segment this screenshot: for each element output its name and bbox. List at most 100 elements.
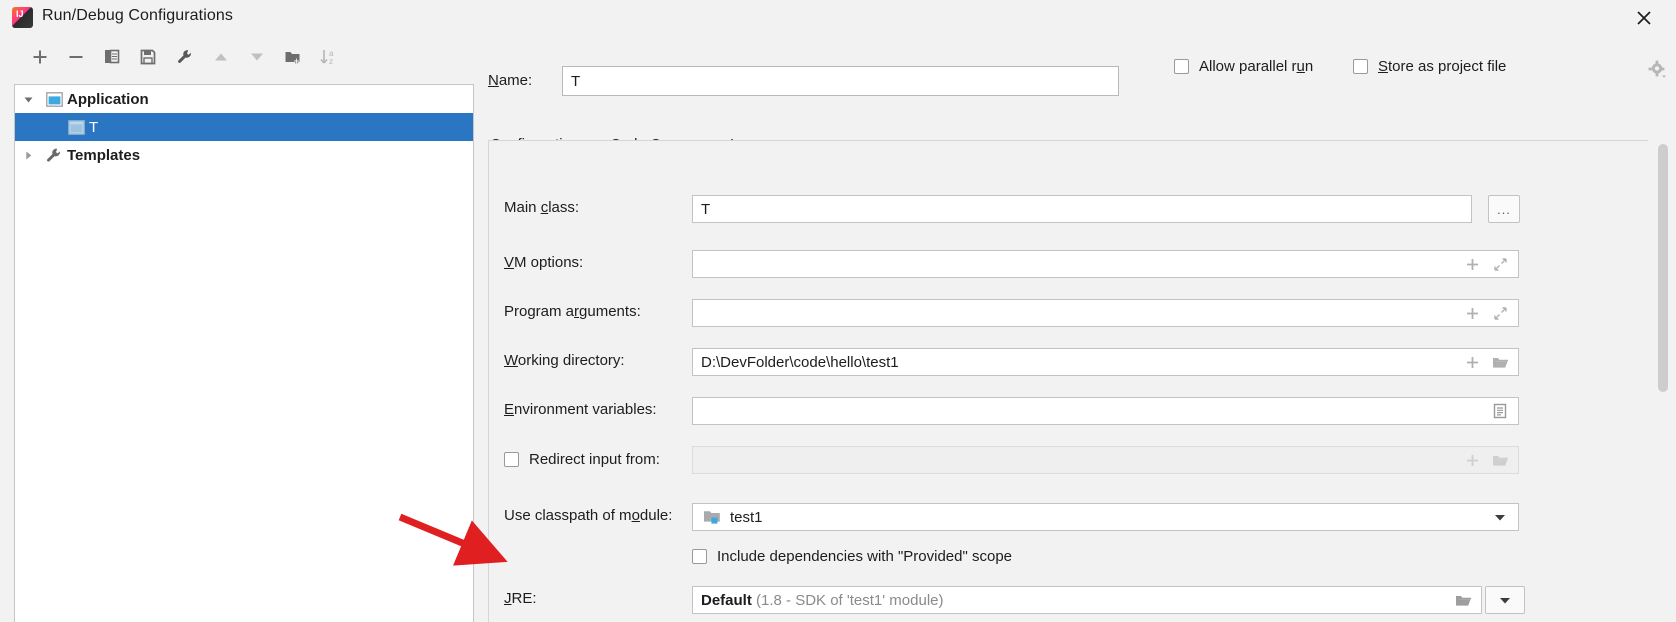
list-editor-icon[interactable] — [1488, 400, 1512, 422]
use-classpath-of-module-combo[interactable]: test1 — [692, 503, 1519, 531]
redirect-input-from-input[interactable] — [692, 446, 1519, 474]
jre-label: JRE: — [504, 590, 537, 607]
name-label-rest: ame: — [498, 72, 533, 89]
edit-templates-wrench-button[interactable] — [170, 42, 200, 72]
checkbox-box[interactable] — [504, 452, 519, 467]
allow-parallel-run-checkbox[interactable]: Allow parallel run — [1174, 58, 1313, 75]
label-mnemonic: S — [1378, 58, 1389, 75]
environment-variables-label: Environment variables: — [504, 401, 657, 418]
field-main-class: Main class: T ... — [489, 195, 1637, 223]
window-title: Run/Debug Configurations — [42, 7, 233, 24]
label-post: n — [1304, 58, 1314, 75]
name-input[interactable] — [562, 66, 1119, 96]
tree-node-application[interactable]: Application — [15, 85, 473, 113]
label-post: lass: — [548, 199, 580, 216]
sort-configurations-button[interactable]: a z — [314, 42, 344, 72]
label-mnemonic: E — [504, 401, 515, 418]
tree-node-t[interactable]: T — [15, 113, 473, 141]
configuration-form: Main class: T ... VM options: Program ar… — [488, 140, 1648, 622]
configurations-tree[interactable]: Application T Templates — [14, 84, 474, 622]
jre-dropdown-button[interactable] — [1485, 586, 1525, 614]
checkbox-box[interactable] — [692, 549, 707, 564]
intellij-idea-logo-icon: IJ — [12, 7, 33, 28]
include-provided-scope-label: Include dependencies with "Provided" sco… — [717, 548, 1013, 565]
vm-options-label: VM options: — [504, 254, 583, 271]
application-window-icon — [63, 119, 89, 135]
new-folder-button[interactable] — [278, 42, 308, 72]
tree-node-templates[interactable]: Templates — [15, 141, 473, 169]
jre-value-detail: (1.8 - SDK of 'test1' module) — [756, 591, 944, 609]
program-arguments-input[interactable] — [692, 299, 1519, 327]
program-arguments-label: Program arguments: — [504, 303, 641, 320]
allow-parallel-run-label: Allow parallel run — [1199, 58, 1313, 75]
field-use-classpath-of-module: Use classpath of module: test1 — [489, 503, 1637, 531]
environment-variables-input[interactable] — [692, 397, 1519, 425]
plus-icon[interactable] — [1460, 351, 1484, 373]
field-include-provided-scope: Include dependencies with "Provided" sco… — [489, 544, 1637, 572]
label-post: nvironment variables: — [514, 401, 657, 418]
label-post: RE: — [511, 590, 537, 607]
label-pre: Program a — [504, 303, 575, 320]
use-classpath-of-module-value: test1 — [730, 508, 763, 526]
close-icon[interactable] — [1630, 5, 1658, 31]
field-working-directory: Working directory: D:\DevFolder\code\hel… — [489, 348, 1637, 376]
save-configuration-button[interactable] — [133, 42, 163, 72]
folder-icon[interactable] — [1488, 351, 1512, 373]
field-jre: JRE: Default (1.8 - SDK of 'test1' modul… — [489, 586, 1637, 614]
application-window-icon — [41, 91, 67, 107]
name-label: Name: — [488, 72, 532, 89]
redirect-input-from-label: Redirect input from: — [529, 451, 660, 468]
working-directory-input[interactable]: D:\DevFolder\code\hello\test1 — [692, 348, 1519, 376]
plus-icon[interactable] — [1460, 253, 1484, 275]
move-up-button[interactable] — [206, 42, 236, 72]
main-class-input[interactable]: T — [692, 195, 1472, 223]
label-post: orking directory: — [517, 352, 625, 369]
vertical-scrollbar[interactable] — [1658, 144, 1668, 596]
name-label-mnemonic: N — [488, 72, 499, 89]
svg-text:z: z — [329, 57, 333, 66]
redirect-input-from-checkbox[interactable]: Redirect input from: — [504, 451, 660, 468]
add-configuration-button[interactable] — [25, 42, 55, 72]
label-post: guments: — [579, 303, 641, 320]
working-directory-value: D:\DevFolder\code\hello\test1 — [701, 353, 899, 371]
chevron-down-icon — [1497, 592, 1513, 608]
include-provided-scope-checkbox[interactable]: Include dependencies with "Provided" sco… — [692, 548, 1012, 565]
copy-configuration-button[interactable] — [97, 42, 127, 72]
folder-icon[interactable] — [1488, 449, 1512, 471]
plus-icon[interactable] — [1460, 449, 1484, 471]
label-post: dule: — [639, 507, 673, 524]
main-class-value: T — [701, 200, 711, 218]
label-pre: Allow parallel r — [1199, 58, 1297, 75]
remove-configuration-button[interactable] — [61, 42, 91, 72]
move-down-button[interactable] — [242, 42, 272, 72]
use-classpath-of-module-label: Use classpath of module: — [504, 507, 672, 524]
vm-options-input[interactable] — [692, 250, 1519, 278]
store-as-project-file-checkbox[interactable]: Store as project file — [1353, 58, 1506, 75]
chevron-right-icon[interactable] — [15, 149, 41, 162]
scrollbar-thumb[interactable] — [1658, 144, 1668, 392]
label-post: tore as project file — [1388, 58, 1507, 75]
tree-node-label: T — [89, 118, 99, 136]
configuration-editor-panel: Name: Allow parallel run Store as projec… — [474, 36, 1676, 622]
checkbox-box[interactable] — [1174, 59, 1189, 74]
plus-icon[interactable] — [1460, 302, 1484, 324]
label-pre: Use classpath of m — [504, 507, 632, 524]
title-bar: IJ Run/Debug Configurations — [0, 0, 1676, 36]
label-mnemonic: V — [504, 254, 515, 271]
module-folder-icon — [693, 509, 722, 525]
tree-node-label: Templates — [67, 146, 141, 164]
gear-dropdown-icon[interactable] — [1646, 58, 1668, 80]
chevron-down-icon[interactable] — [1488, 506, 1512, 528]
folder-icon[interactable] — [1451, 589, 1475, 611]
expand-icon[interactable] — [1488, 302, 1512, 324]
label-mnemonic: o — [631, 507, 640, 524]
chevron-down-icon[interactable] — [15, 93, 41, 106]
label-mnemonic: W — [504, 352, 518, 369]
main-class-browse-button[interactable]: ... — [1488, 195, 1520, 223]
label-mnemonic: J — [504, 590, 512, 607]
store-as-project-file-label: Store as project file — [1378, 58, 1506, 75]
wrench-icon — [41, 147, 67, 164]
jre-combo[interactable]: Default (1.8 - SDK of 'test1' module) — [692, 586, 1482, 614]
expand-icon[interactable] — [1488, 253, 1512, 275]
checkbox-box[interactable] — [1353, 59, 1368, 74]
